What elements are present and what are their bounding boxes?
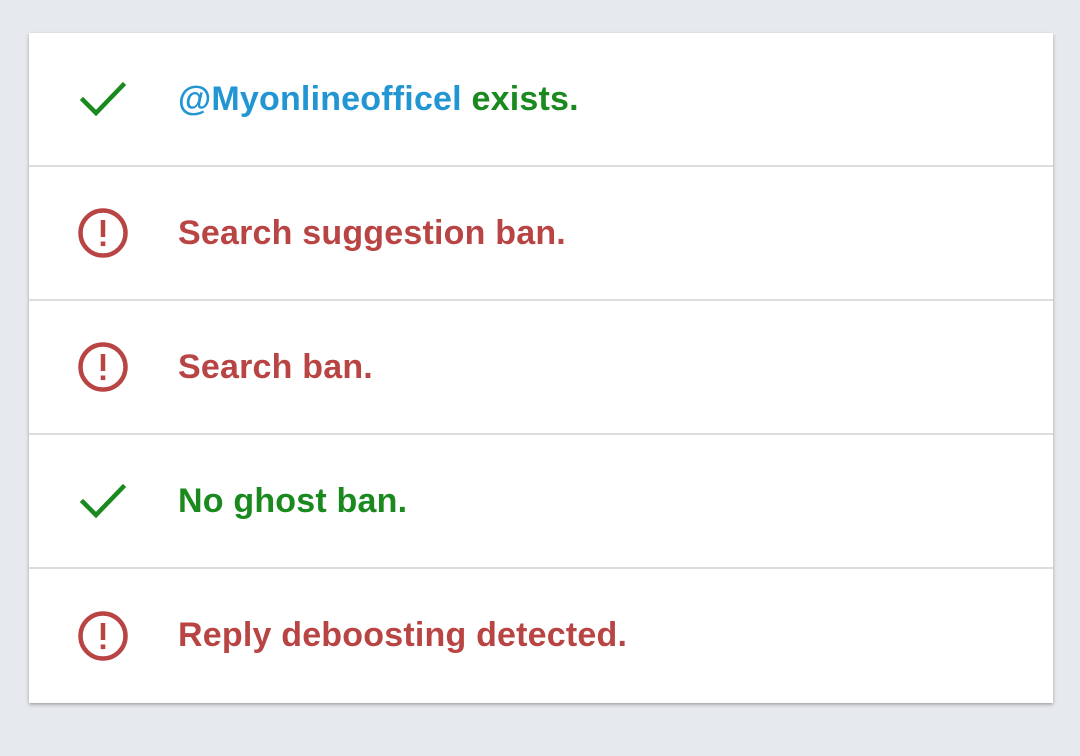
result-text: Reply deboosting detected.	[178, 616, 628, 654]
check-icon	[76, 474, 130, 528]
result-label: @Myonlineofficel exists.	[178, 80, 579, 119]
result-text: No ghost ban.	[178, 482, 408, 520]
alert-circle-icon	[76, 609, 130, 663]
shadowban-results-card: @Myonlineofficel exists. Search suggesti…	[29, 33, 1053, 703]
result-text: exists.	[461, 80, 579, 118]
alert-circle-icon	[76, 206, 130, 260]
username-link[interactable]: @Myonlineofficel	[178, 80, 462, 118]
alert-circle-icon	[76, 340, 130, 394]
result-row-ghost-ban: No ghost ban.	[29, 435, 1053, 569]
result-text: Search suggestion ban.	[178, 214, 566, 252]
check-icon	[76, 72, 130, 126]
result-row-search-suggestion-ban: Search suggestion ban.	[29, 167, 1053, 301]
result-row-reply-deboosting: Reply deboosting detected.	[29, 569, 1053, 703]
result-row-search-ban: Search ban.	[29, 301, 1053, 435]
result-row-exists: @Myonlineofficel exists.	[29, 33, 1053, 167]
result-text: Search ban.	[178, 348, 373, 386]
